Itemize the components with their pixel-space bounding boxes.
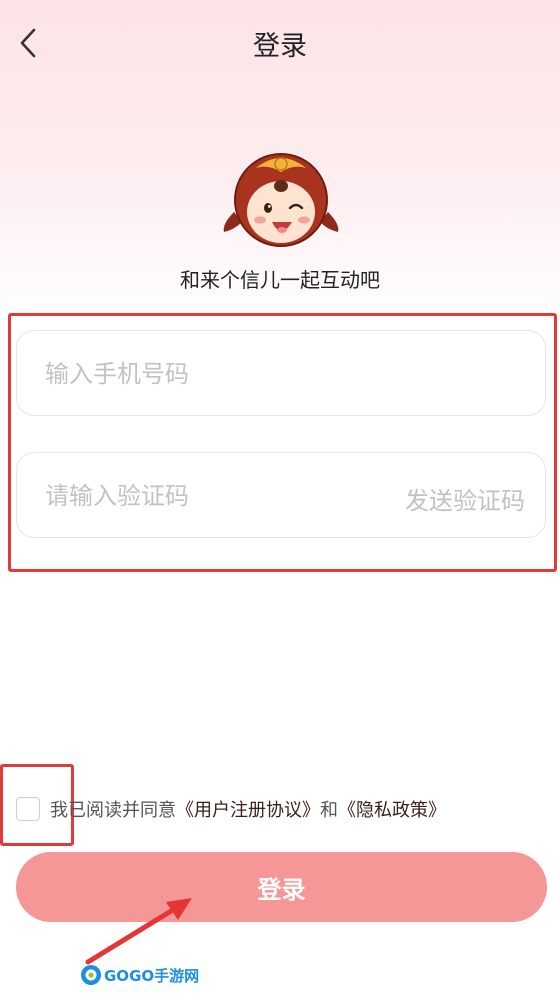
agreement-and: 和 [320,800,338,821]
annotation-arrow-icon [85,898,192,965]
phone-field [16,330,546,417]
watermark: GOGO手游网 [80,964,199,986]
gogo-logo-icon [81,965,101,985]
top-bar: 登录 [0,0,560,86]
send-code-button[interactable]: 发送验证码 [405,481,525,516]
slogan-text: 和来个信儿一起互动吧 [180,268,380,292]
phone-input[interactable] [43,331,387,417]
page-title: 登录 [253,31,307,62]
watermark-text: GOGO手游网 [104,966,200,985]
mascot-avatar [223,153,339,247]
agree-checkbox[interactable] [16,797,40,821]
verification-code-input[interactable] [43,453,387,539]
user-agreement-link[interactable]: 《用户注册协议》 [176,796,320,822]
privacy-policy-link[interactable]: 《隐私政策》 [338,796,446,822]
code-field: 发送验证码 [16,452,546,539]
agreement-prefix: 我已阅读并同意 [50,800,176,821]
agreement-row: 我已阅读并同意 《用户注册协议》 和 《隐私政策》 [16,794,446,824]
